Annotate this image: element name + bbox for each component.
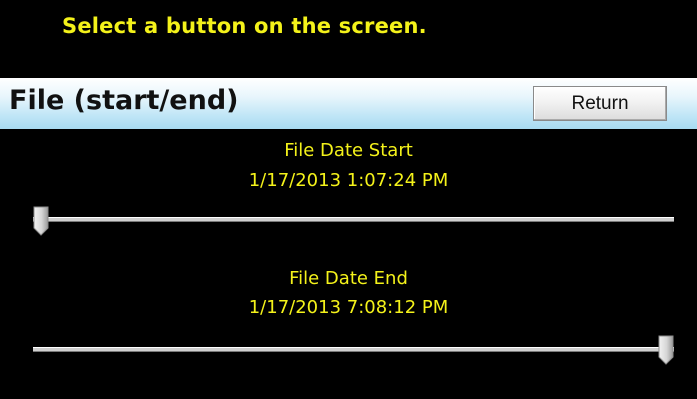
slider-thumb-icon[interactable] (33, 206, 49, 236)
slider-track[interactable] (33, 217, 674, 222)
instruction-text: Select a button on the screen. (62, 14, 427, 38)
file-date-end-label: File Date End (289, 268, 408, 289)
page-title: File (start/end) (9, 85, 239, 116)
header-bar: File (start/end) Return (0, 78, 697, 129)
return-button[interactable]: Return (533, 86, 667, 121)
slider-thumb-icon[interactable] (658, 335, 674, 365)
file-date-start-label: File Date Start (284, 140, 413, 161)
screen: Select a button on the screen. File (sta… (0, 0, 697, 399)
slider-track[interactable] (33, 347, 674, 352)
file-date-start-value: 1/17/2013 1:07:24 PM (248, 170, 449, 191)
file-date-end-value: 1/17/2013 7:08:12 PM (248, 297, 449, 318)
